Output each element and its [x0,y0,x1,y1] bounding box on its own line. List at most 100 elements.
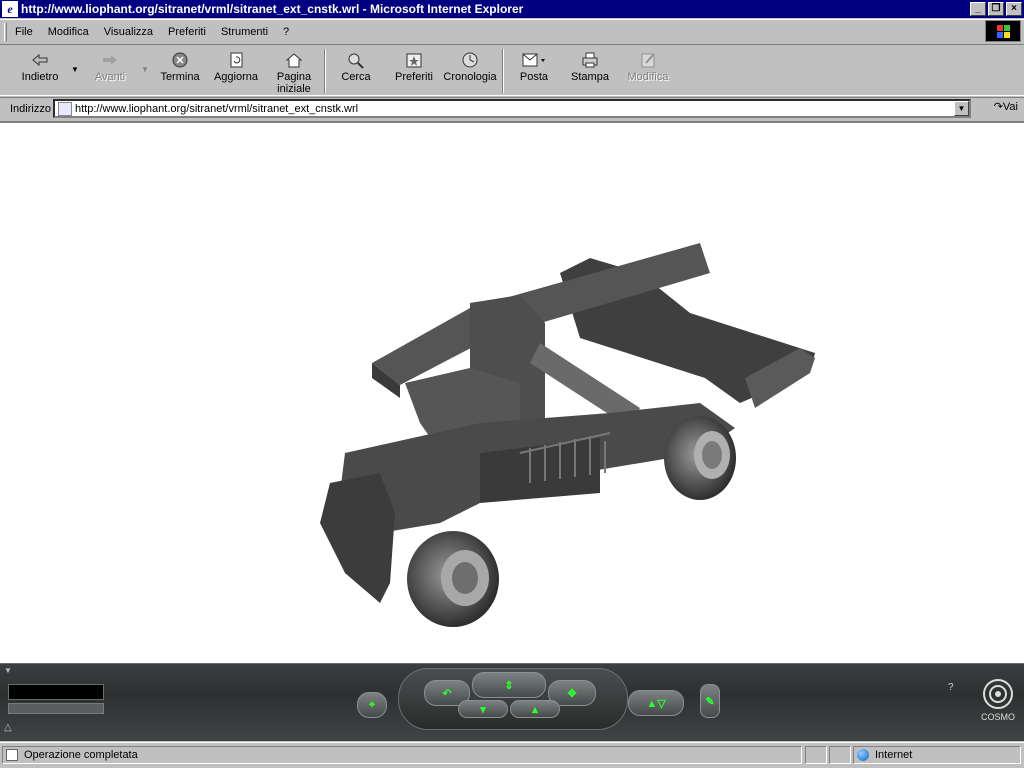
history-icon [462,52,478,68]
seek-button[interactable]: ⌖ [357,692,387,718]
panel-expand-icon[interactable]: △ [4,722,12,733]
edit-viewpoint-button[interactable]: ✎ [700,684,720,718]
history-button[interactable]: Cronologia [442,49,498,95]
menu-help[interactable]: ? [283,26,289,38]
viewpoint-nav-buttons[interactable]: ▲▽ [628,690,684,716]
seek-icon: ⌖ [368,698,376,711]
search-label: Cerca [341,71,371,83]
back-arrow-icon [32,53,48,67]
page-icon [58,101,72,116]
print-button[interactable]: Stampa [562,49,618,95]
back-button[interactable]: Indietro [12,49,68,95]
windows-logo-icon [985,20,1021,42]
page-done-icon [6,749,18,761]
edit-label: Modifica [627,71,669,83]
menu-bar: File Modifica Visualizza Preferiti Strum… [0,19,1024,43]
favorites-label: Preferiti [395,71,433,83]
viewpoint-readout [8,684,104,700]
zoom-in-button[interactable]: ▴ [510,700,560,718]
rear-wheel [664,416,736,500]
panel-collapse-icon[interactable]: ▼ [4,666,12,675]
status-progress-cell [805,746,827,764]
menu-modifica[interactable]: Modifica [48,26,89,38]
menu-preferiti[interactable]: Preferiti [168,26,206,38]
down-arrow-icon: ▾ [480,703,486,716]
forward-label: Avanti [94,71,126,83]
up-arrow-icon: ▴ [532,703,538,716]
zone-label: Internet [875,749,913,761]
close-button[interactable]: × [1006,2,1022,16]
refresh-button[interactable]: Aggiorna [208,49,264,95]
stop-label: Termina [160,71,200,83]
address-dropdown-button[interactable]: ▼ [954,101,969,116]
standard-toolbar: Indietro ▼ Avanti ▼ Termina Aggiorna Pag… [0,44,1024,96]
search-button[interactable]: Cerca [328,49,384,95]
refresh-icon [230,52,243,68]
home-label-line1: Pagina [276,71,312,83]
title-bar: e http://www.liophant.org/sitranet/vrml/… [0,0,1024,18]
status-text-cell: Operazione completata [2,746,802,764]
maximize-button[interactable]: ❐ [988,2,1004,16]
favorites-icon [406,53,422,68]
cosmo-logo-text: COSMO [980,712,1015,722]
cosmo-player-panel: ▼ △ ⌖ ↶ ⇕ ✥ ▾ ▴ ▲▽ ✎ ? COSMO [0,663,1024,741]
menu-strumenti[interactable]: Strumenti [221,26,268,38]
favorites-button[interactable]: Preferiti [386,49,442,95]
window-title: http://www.liophant.org/sitranet/vrml/si… [21,2,524,16]
viewpoint-list[interactable] [8,703,104,714]
next-viewpoint-icon: ▲▽ [646,697,666,710]
mail-icon [522,53,545,67]
status-bar: Operazione completata Internet [0,742,1024,768]
home-icon [285,53,303,68]
mail-button[interactable]: Posta [506,49,562,95]
ie-logo-icon: e [2,1,18,17]
rotate-icon: ↶ [442,687,452,700]
move-icon: ✥ [567,687,577,700]
menu-visualizza[interactable]: Visualizza [104,26,153,38]
edit-icon [641,53,655,68]
printer-icon [582,52,598,68]
vrml-model-forklift[interactable] [0,123,1024,663]
go-arrow-icon: ↷ [993,101,1003,113]
print-label: Stampa [571,71,609,83]
cosmo-logo: COSMO [978,678,1018,730]
menu-grip [4,22,7,41]
back-dropdown-icon[interactable]: ▼ [71,65,79,74]
home-label-line2: iniziale [277,83,311,95]
forward-arrow-icon [103,55,117,65]
go-button[interactable]: ↷Vai [994,100,1018,113]
search-icon [348,53,364,69]
minimize-button[interactable]: _ [970,2,986,16]
status-text: Operazione completata [24,749,138,761]
help-icon[interactable]: ? [948,682,954,693]
back-label: Indietro [21,71,59,83]
toolbar-separator [324,49,326,93]
stop-button[interactable]: Termina [152,49,208,95]
menu-file[interactable]: File [15,26,33,38]
reach-stacker-model [320,243,815,627]
front-wheel [407,531,499,627]
toolbar-separator [502,49,504,93]
home-button[interactable]: Pagina iniziale [266,49,322,95]
status-zone-cell: Internet [853,746,1021,764]
refresh-label: Aggiorna [213,71,259,83]
mail-label: Posta [519,71,549,83]
address-field-box: ▼ [53,99,971,118]
stop-icon [172,52,188,68]
cosmo-swirl-icon [983,679,1013,709]
help-buttons[interactable]: ? [948,682,976,722]
address-bar: Indirizzo ▼ ↷Vai [0,97,1024,119]
forward-button[interactable]: Avanti [82,49,138,95]
pan-updown-icon: ⇕ [504,679,514,692]
status-lock-cell [829,746,851,764]
pencil-icon: ✎ [705,695,715,708]
zoom-out-button[interactable]: ▾ [458,700,508,718]
pan-up-button[interactable]: ⇕ [472,672,546,698]
internet-zone-icon [857,749,869,761]
go-label: Vai [1002,101,1018,113]
address-input[interactable] [75,102,935,115]
forward-dropdown-icon[interactable]: ▼ [141,65,149,74]
edit-button[interactable]: Modifica [620,49,676,95]
address-label: Indirizzo [10,102,51,115]
vrml-viewport[interactable] [0,121,1024,663]
